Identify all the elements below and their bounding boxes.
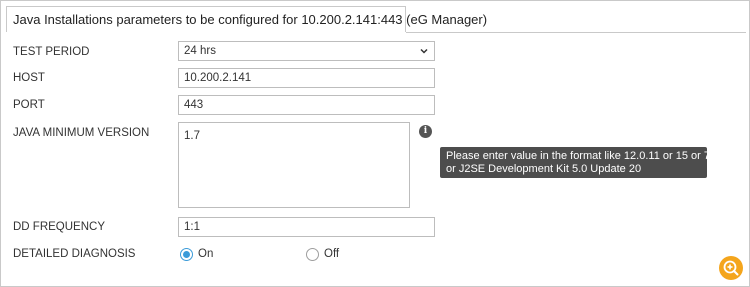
detailed-diagnosis-on-label[interactable]: On [198, 248, 213, 260]
dd-frequency-label: DD FREQUENCY [13, 221, 106, 233]
test-period-value: 24 hrs [184, 45, 216, 57]
config-panel: Java Installations parameters to be conf… [0, 0, 750, 287]
java-version-tooltip: Please enter value in the format like 12… [440, 147, 735, 178]
detailed-diagnosis-off-radio[interactable] [306, 248, 319, 261]
port-input[interactable]: 443 [178, 95, 435, 115]
title-divider [406, 32, 746, 33]
test-period-label: TEST PERIOD [13, 46, 90, 58]
zoom-in-icon [723, 260, 739, 276]
detailed-diagnosis-label: DETAILED DIAGNOSIS [13, 248, 136, 260]
dd-frequency-input[interactable]: 1:1 [178, 217, 435, 237]
host-label: HOST [13, 72, 45, 84]
info-icon[interactable]: i [419, 125, 432, 138]
tooltip-line-2: or J2SE Development Kit 5.0 Update 20 [446, 162, 642, 175]
tooltip-line-1: Please enter value in the format like 12… [446, 150, 735, 162]
java-min-version-textarea[interactable]: 1.7 [178, 122, 410, 208]
detailed-diagnosis-on-radio[interactable] [180, 248, 193, 261]
detailed-diagnosis-off-label[interactable]: Off [324, 248, 339, 260]
panel-title: Java Installations parameters to be conf… [6, 6, 487, 32]
port-label: PORT [13, 99, 45, 111]
java-min-version-label: JAVA MINIMUM VERSION [13, 127, 150, 139]
test-period-select[interactable]: 24 hrs [178, 41, 435, 61]
zoom-in-button[interactable] [719, 256, 743, 280]
chevron-down-icon [420, 48, 428, 54]
host-input[interactable]: 10.200.2.141 [178, 68, 435, 88]
